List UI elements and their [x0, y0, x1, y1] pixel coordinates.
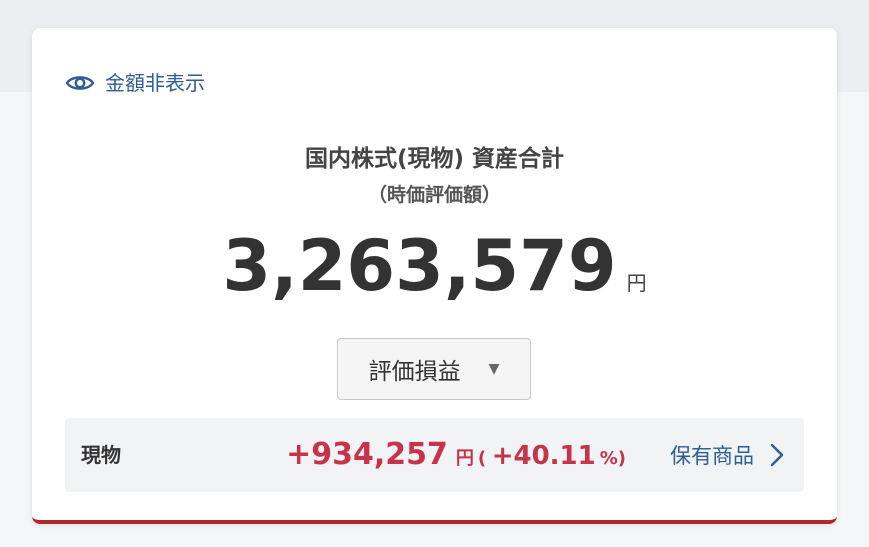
gain-percent: +40.11	[491, 441, 596, 471]
holding-row: 現物 +934,257 円( +40.11%) 保有商品	[65, 418, 804, 492]
asset-total-unit: 円	[626, 271, 647, 295]
gain-value: +934,257	[286, 437, 448, 472]
asset-total: 3,263,579 円	[32, 224, 837, 327]
metric-dropdown[interactable]: 評価損益 ▼	[337, 338, 531, 400]
holdings-link[interactable]: 保有商品	[670, 418, 784, 492]
gain-percent-unit: %)	[599, 448, 626, 469]
hide-amount-label: 金額非表示	[105, 71, 205, 95]
asset-total-value: 3,263,579	[222, 225, 617, 307]
metric-dropdown-label: 評価損益	[368, 359, 461, 385]
holding-type-label: 現物	[81, 443, 121, 467]
gain-unit: 円	[455, 448, 474, 469]
chevron-right-icon	[770, 443, 784, 467]
unrealized-gain: +934,257 円( +40.11%)	[286, 418, 626, 496]
holdings-link-label: 保有商品	[670, 444, 754, 468]
hide-amount-toggle[interactable]: 金額非表示	[65, 70, 205, 96]
asset-total-title: 国内株式(現物) 資産合計	[304, 146, 565, 172]
asset-summary-card: 金額非表示 国内株式(現物) 資産合計 （時価評価額） 3,263,579 円 評…	[32, 28, 837, 524]
gain-paren-open: (	[477, 448, 487, 469]
eye-icon	[65, 73, 95, 93]
triangle-down-icon: ▼	[488, 361, 500, 377]
asset-total-subtitle: （時価評価額）	[367, 184, 501, 206]
